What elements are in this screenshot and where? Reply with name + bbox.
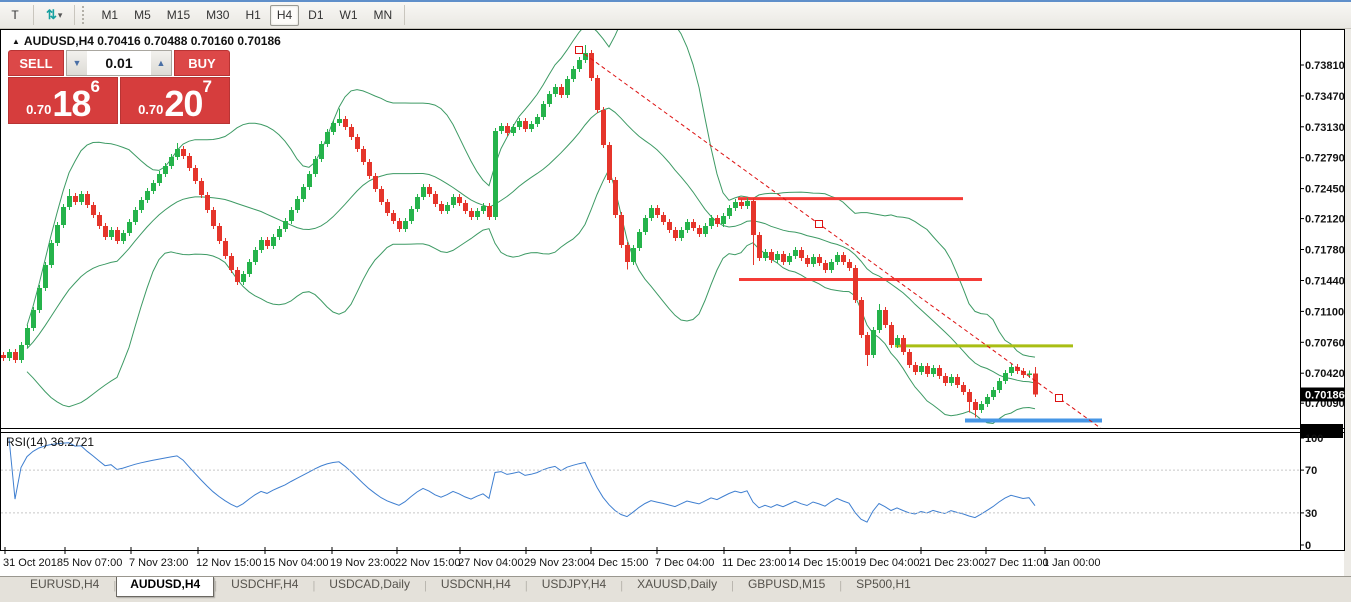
trendline-handle [575, 46, 583, 54]
volume-input[interactable] [87, 51, 151, 75]
current-price-label: 0.70186 [1305, 390, 1345, 402]
buy-button[interactable]: BUY [174, 50, 230, 76]
time-tick-label: 12 Nov 15:00 [196, 557, 261, 569]
buy-price[interactable]: 0.70 20 7 [120, 77, 230, 124]
price-tick-label: 0.72450 [1305, 184, 1345, 196]
toolbar-separator [404, 5, 406, 25]
timeframe-button-group: M1 M5 M15 M30 H1 H4 D1 W1 MN [94, 4, 400, 26]
buy-price-big: 20 [164, 83, 203, 124]
time-tick-label: 14 Dec 15:00 [788, 557, 853, 569]
chart-ohlc-values: 0.70416 0.70488 0.70160 0.70186 [97, 34, 281, 48]
time-tick-label: 5 Nov 07:00 [63, 557, 122, 569]
time-tick-label: 31 Oct 2018 [3, 557, 63, 569]
volume-stepper: ▼ ▲ [66, 50, 172, 76]
volume-increase-button[interactable]: ▲ [151, 51, 171, 75]
price-tick-label: 0.73130 [1305, 122, 1345, 134]
sell-price-pip: 6 [90, 77, 100, 96]
sell-button[interactable]: SELL [8, 50, 64, 76]
one-click-trading-panel: SELL ▼ ▲ BUY 0.70186 0.70207 [8, 50, 230, 124]
timeframe-button-M15[interactable]: M15 [160, 5, 197, 26]
mt4-window: 0.73810 0.73470 0.73130 0.72790 0.72450 0.721… [0, 0, 1351, 602]
rsi-tick-label: 100 [1305, 433, 1323, 445]
tab-usdcad-daily[interactable]: USDCAD,Daily [315, 577, 424, 597]
timeframe-button-D1[interactable]: D1 [301, 5, 330, 26]
rsi-tick-label: 70 [1305, 465, 1317, 477]
tab-audusd-h4[interactable]: AUDUSD,H4 [116, 577, 215, 597]
rsi-tick-label: 0 [1305, 540, 1311, 552]
volume-decrease-button[interactable]: ▼ [67, 51, 87, 75]
chart-marker-icon: ▲ [12, 37, 20, 46]
timeframe-button-MN[interactable]: MN [367, 5, 400, 26]
time-tick-label: 27 Dec 11:00 [984, 557, 1049, 569]
chevron-down-icon: ▾ [57, 9, 63, 20]
rsi-tick-label: 30 [1305, 508, 1317, 520]
tab-usdcnh-h4[interactable]: USDCNH,H4 [427, 577, 525, 597]
text-tool-button[interactable]: T [2, 5, 28, 26]
price-tick-label: 0.73470 [1305, 91, 1345, 103]
time-tick-label: 4 Dec 15:00 [589, 557, 648, 569]
price-tick-label: 0.71440 [1305, 276, 1345, 288]
time-tick-label: 19 Dec 04:00 [854, 557, 919, 569]
toolbar-grip[interactable] [82, 6, 88, 24]
tab-xauusd-daily[interactable]: XAUUSD,Daily [623, 577, 731, 597]
toolbar-separator [33, 5, 34, 25]
time-tick-label: 19 Nov 23:00 [330, 557, 395, 569]
time-tick-label: 7 Dec 04:00 [655, 557, 714, 569]
trendline-handle [1055, 394, 1063, 402]
price-tick-label: 0.72120 [1305, 214, 1345, 226]
sort-arrows-icon: ⇅ [46, 7, 57, 22]
time-tick-label: 1 Jan 00:00 [1043, 557, 1101, 569]
sell-price-big: 18 [52, 83, 91, 124]
trendline-handle [815, 220, 823, 228]
chart-symbol-label: AUDUSD,H4 [23, 34, 94, 48]
sell-price[interactable]: 0.70 18 6 [8, 77, 118, 124]
buy-price-prefix: 0.70 [138, 102, 164, 117]
timeframe-button-M1[interactable]: M1 [94, 5, 125, 26]
time-tick-label: 21 Dec 23:00 [919, 557, 984, 569]
price-tick-label: 0.73810 [1305, 60, 1345, 72]
price-tick-label: 0.71780 [1305, 245, 1345, 257]
price-tick-label: 0.70420 [1305, 368, 1345, 380]
sell-price-prefix: 0.70 [26, 102, 52, 117]
rsi-indicator-label: RSI(14) 36.2721 [6, 435, 95, 449]
triangle-down-icon: ▼ [72, 58, 82, 68]
triangle-up-icon: ▲ [156, 58, 166, 68]
timeframe-button-M30[interactable]: M30 [199, 5, 236, 26]
timeframe-button-W1[interactable]: W1 [333, 5, 365, 26]
price-tick-label: 0.72790 [1305, 153, 1345, 165]
toolbar: T ⇅ ▾ M1 M5 M15 M30 H1 H4 D1 W1 MN [0, 2, 1351, 29]
time-tick-label: 11 Dec 23:00 [722, 557, 787, 569]
time-tick-label: 22 Nov 15:00 [395, 557, 460, 569]
tab-usdjpy-h4[interactable]: USDJPY,H4 [528, 577, 620, 597]
timeframe-button-H1[interactable]: H1 [238, 5, 267, 26]
tab-sp500-h1[interactable]: SP500,H1 [842, 577, 925, 597]
chart-tabs-bar: EURUSD,H4 | AUDUSD,H4 | USDCHF,H4 | USDCAD,Dai… [0, 576, 1351, 602]
timeframe-button-M5[interactable]: M5 [127, 5, 158, 26]
time-tick-label: 7 Nov 23:00 [129, 557, 188, 569]
chart-title: ▲ AUDUSD,H4 0.70416 0.70488 0.70160 0.701… [12, 34, 281, 48]
price-tick-label: 0.71100 [1305, 306, 1344, 318]
tab-eurusd-h4[interactable]: EURUSD,H4 [16, 577, 113, 597]
time-tick-label: 27 Nov 04:00 [458, 557, 523, 569]
time-tick-label: 29 Nov 23:00 [524, 557, 589, 569]
toolbar-separator [74, 5, 76, 25]
buy-price-pip: 7 [202, 77, 212, 96]
arrange-tool-button[interactable]: ⇅ ▾ [39, 5, 69, 26]
tab-gbpusd-m15[interactable]: GBPUSD,M15 [734, 577, 839, 597]
time-tick-label: 15 Nov 04:00 [263, 557, 328, 569]
tab-usdchf-h4[interactable]: USDCHF,H4 [217, 577, 312, 597]
timeframe-button-H4[interactable]: H4 [269, 4, 300, 26]
price-tick-label: 0.70760 [1305, 337, 1345, 349]
